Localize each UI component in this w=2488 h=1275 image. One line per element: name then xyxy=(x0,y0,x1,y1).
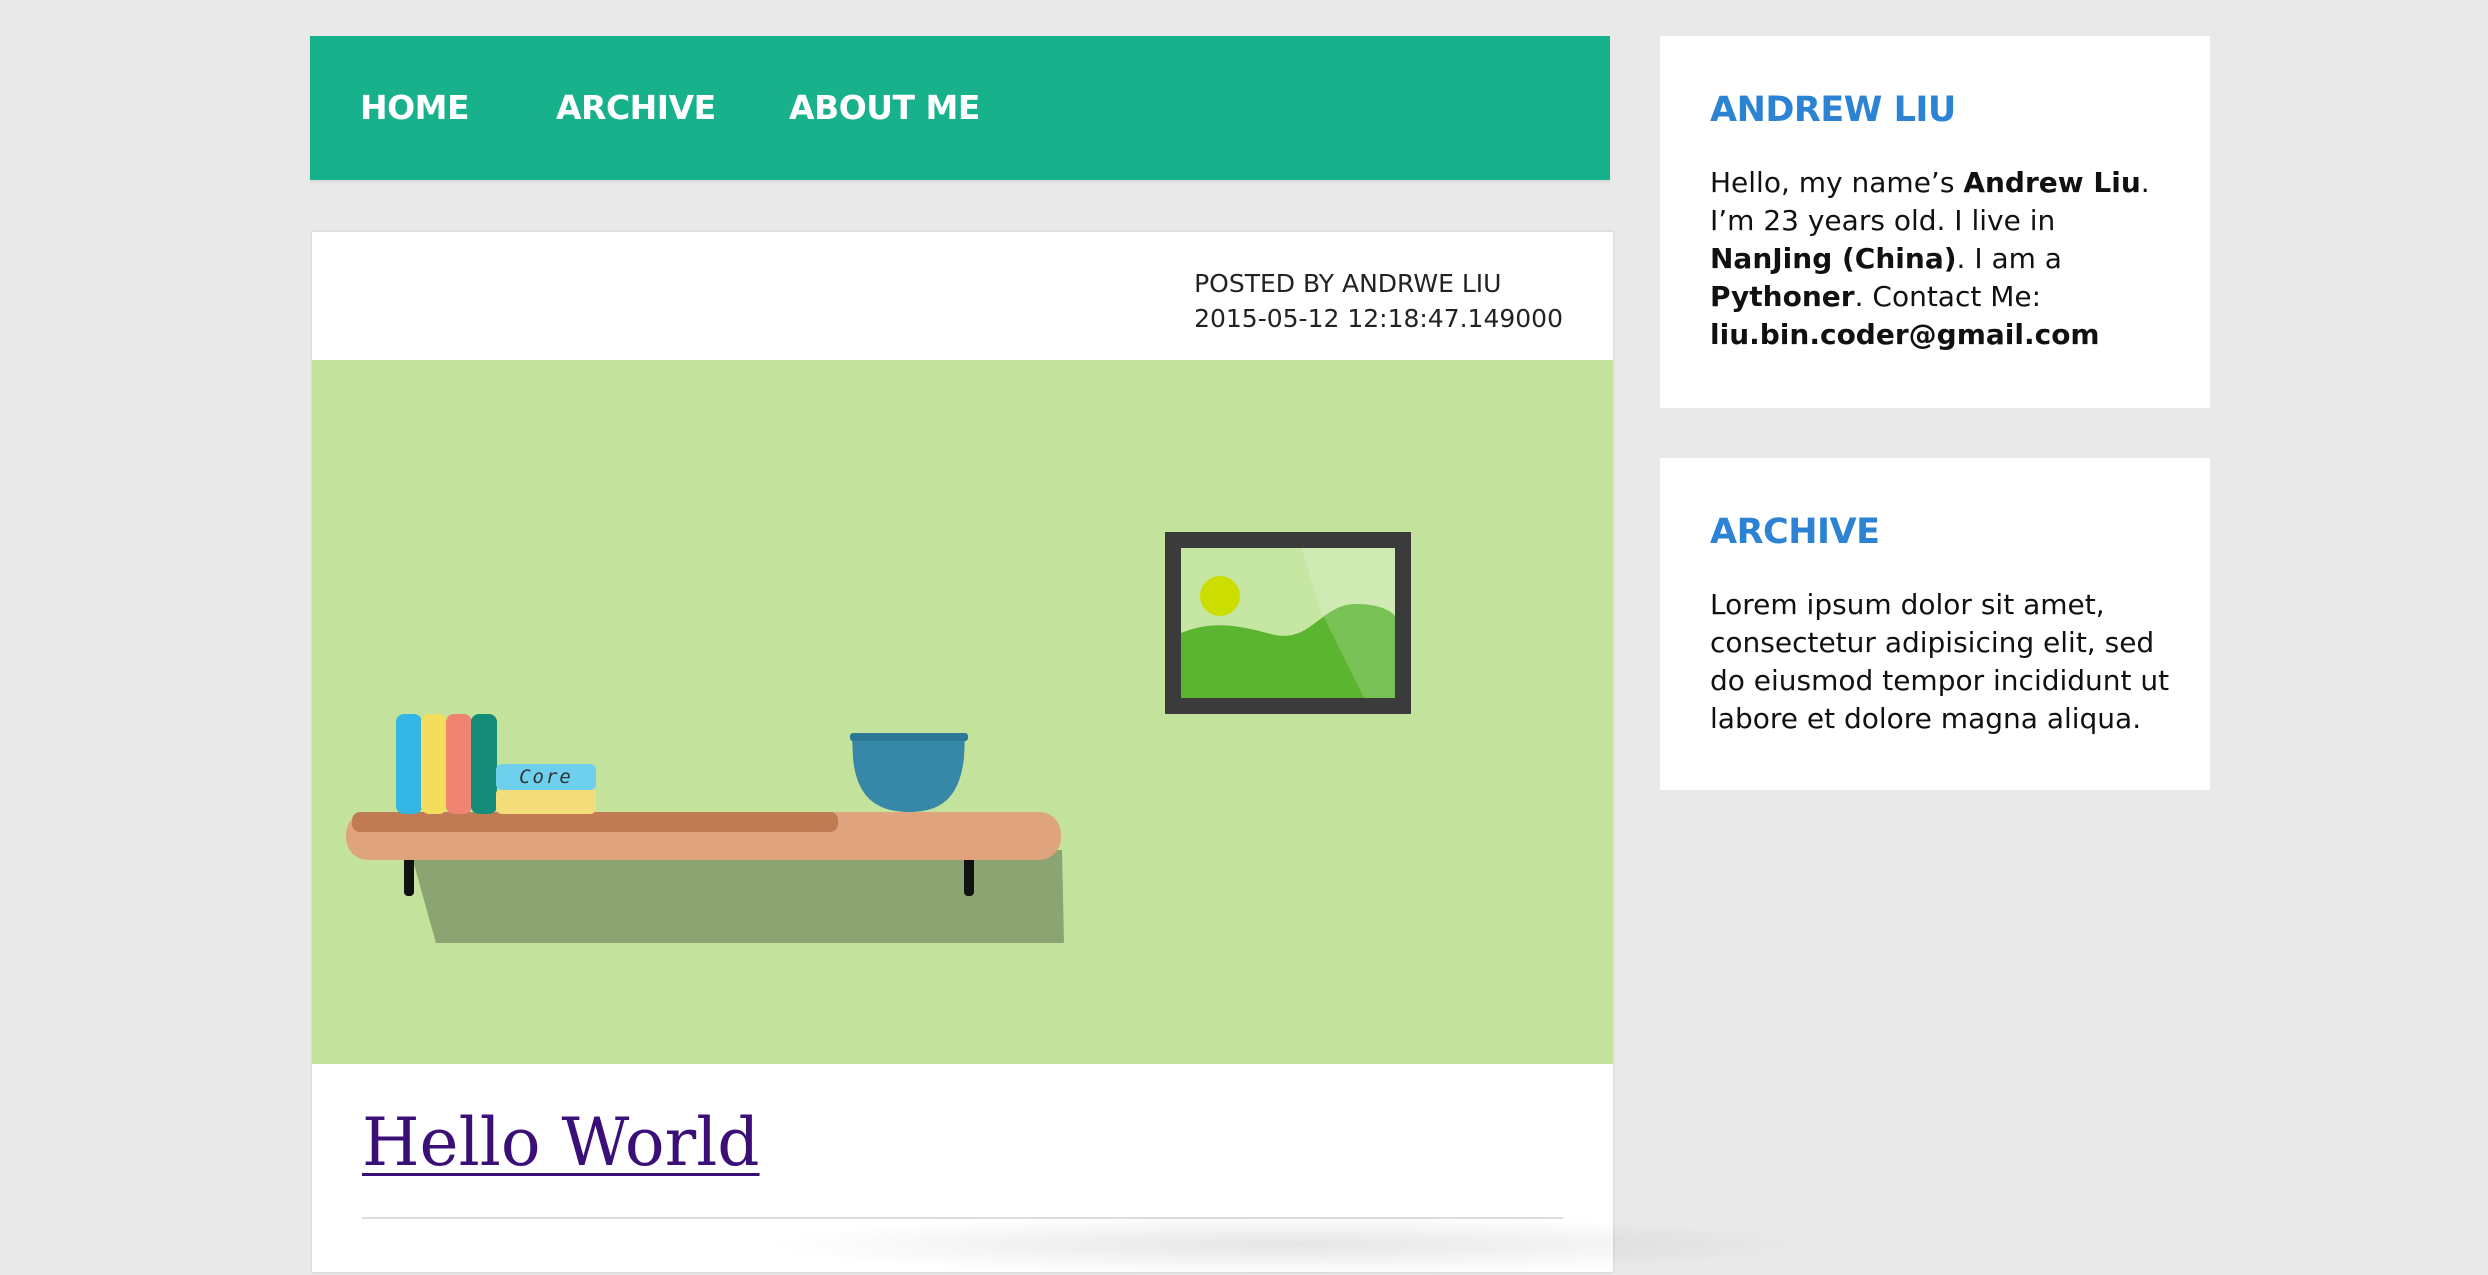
book-teal xyxy=(471,714,497,814)
shelf-illustration: Core xyxy=(346,532,1411,943)
about-widget-title: ANDREW LIU xyxy=(1710,90,1956,130)
shelf-board-top xyxy=(352,812,838,832)
nav-home[interactable]: HOME xyxy=(360,36,470,180)
book-flat-bottom xyxy=(496,788,596,814)
title-divider xyxy=(362,1217,1563,1219)
shelf-bracket-left xyxy=(404,854,414,896)
about-text-1: Hello, my name’s xyxy=(1710,166,1964,199)
about-text-4: . Contact Me: xyxy=(1854,280,2042,313)
about-widget: ANDREW LIU Hello, my name’s Andrew Liu. … xyxy=(1660,36,2210,408)
book-yellow xyxy=(421,714,447,814)
about-role: Pythoner xyxy=(1710,280,1855,313)
shelf-bracket-right xyxy=(964,854,974,896)
post-title-link[interactable]: Hello World xyxy=(362,1104,760,1181)
top-navbar: HOME ARCHIVE ABOUT ME xyxy=(310,36,1610,180)
post-meta: POSTED BY ANDRWE LIU 2015-05-12 12:18:47… xyxy=(1194,266,1563,336)
bowl-rim xyxy=(850,733,968,741)
post-author: POSTED BY ANDRWE LIU xyxy=(1194,269,1502,298)
nav-archive[interactable]: ARCHIVE xyxy=(556,36,716,180)
about-text-3: . I am a xyxy=(1956,242,2062,275)
book-blue xyxy=(396,714,422,814)
about-city: NanJing (China) xyxy=(1710,242,1957,275)
picture-sun xyxy=(1200,576,1240,616)
about-email[interactable]: liu.bin.coder@gmail.com xyxy=(1710,318,2100,351)
about-name: Andrew Liu xyxy=(1963,166,2141,199)
bowl xyxy=(852,736,965,812)
post-card: POSTED BY ANDRWE LIU 2015-05-12 12:18:47… xyxy=(311,231,1614,1273)
post-timestamp: 2015-05-12 12:18:47.149000 xyxy=(1194,304,1563,333)
archive-widget-text: Lorem ipsum dolor sit amet, consectetur … xyxy=(1710,588,2170,735)
archive-widget: ARCHIVE Lorem ipsum dolor sit amet, cons… xyxy=(1660,458,2210,790)
post-hero-illustration: Core xyxy=(312,360,1613,1064)
archive-widget-title: ARCHIVE xyxy=(1710,512,1880,552)
book-label: Core xyxy=(519,766,573,788)
about-widget-text: Hello, my name’s Andrew Liu. I’m 23 year… xyxy=(1710,164,2180,354)
book-red xyxy=(446,714,472,814)
nav-about-me[interactable]: ABOUT ME xyxy=(789,36,980,180)
